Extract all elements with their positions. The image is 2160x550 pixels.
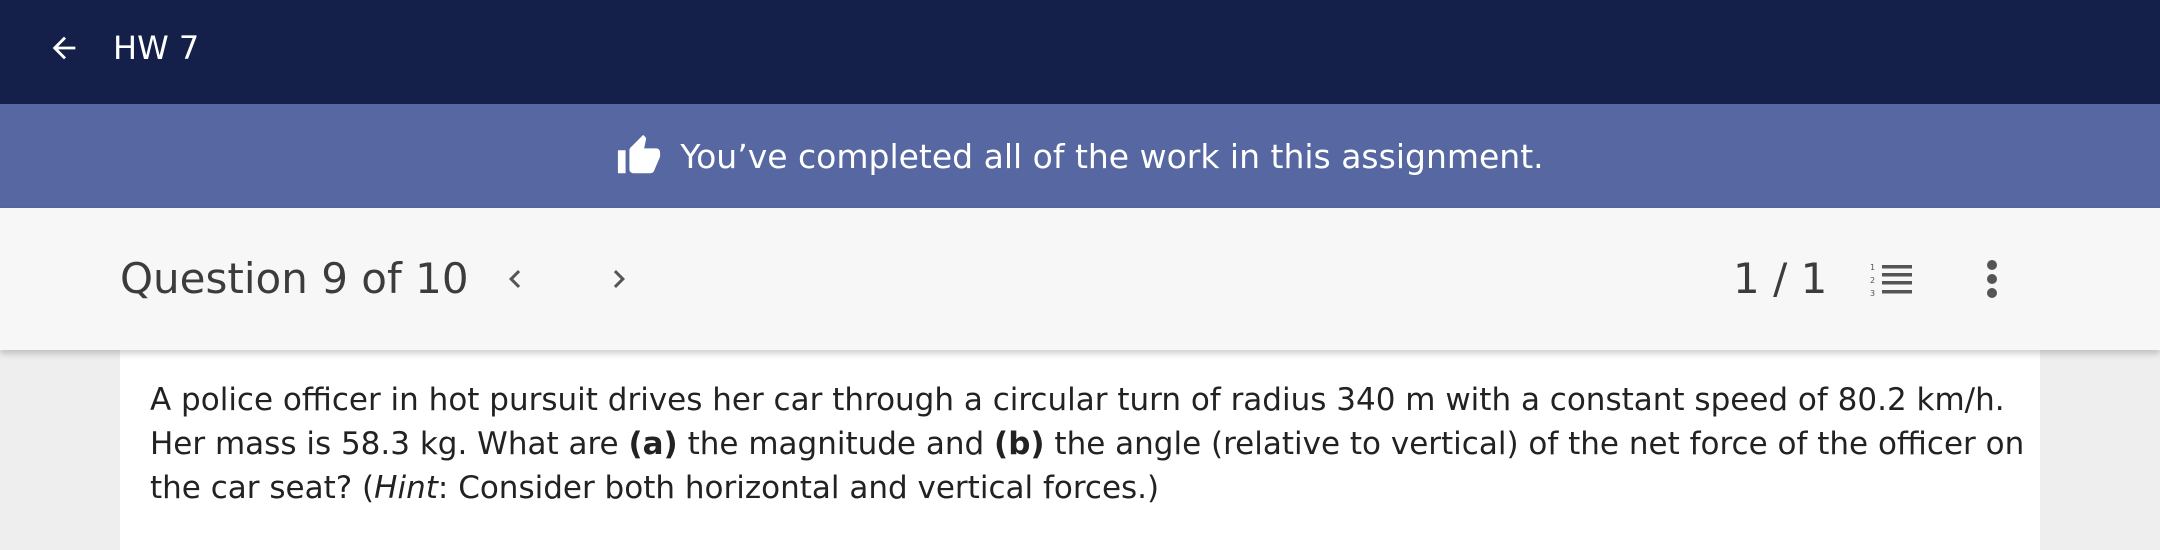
part-b-label: (b) xyxy=(994,426,1045,462)
more-vertical-icon xyxy=(1987,260,1997,298)
next-question-button[interactable] xyxy=(594,254,644,304)
chevron-right-icon xyxy=(613,270,625,288)
question-card: A police officer in hot pursuit drives h… xyxy=(120,350,2040,550)
hint-label: Hint xyxy=(374,470,438,506)
svg-text:1: 1 xyxy=(1870,263,1875,272)
completion-message: You’ve completed all of the work in this… xyxy=(680,136,1544,176)
previous-question-button[interactable] xyxy=(490,254,540,304)
back-button[interactable] xyxy=(44,28,84,68)
chevron-left-icon xyxy=(509,270,521,288)
question-text: A police officer in hot pursuit drives h… xyxy=(150,378,2030,510)
svg-text:3: 3 xyxy=(1870,289,1875,298)
numbered-list-icon: 1 2 3 xyxy=(1870,263,1912,298)
assignment-title: HW 7 xyxy=(113,29,200,67)
svg-text:2: 2 xyxy=(1870,276,1875,285)
question-list-button[interactable]: 1 2 3 xyxy=(1870,258,1914,302)
question-text-part: the magnitude and xyxy=(677,426,995,462)
completion-banner: You’ve completed all of the work in this… xyxy=(0,104,2160,208)
question-score: 1 / 1 xyxy=(1733,254,1828,303)
question-counter: Question 9 of 10 xyxy=(120,254,469,303)
top-app-bar: HW 7 xyxy=(0,0,2160,104)
arrow-left-icon xyxy=(52,36,76,60)
question-nav-bar: Question 9 of 10 1 / 1 1 2 3 xyxy=(0,208,2160,350)
thumbs-up-icon xyxy=(618,134,661,174)
more-options-button[interactable] xyxy=(1972,254,2012,304)
question-text-part: : Consider both horizontal and vertical … xyxy=(437,470,1160,506)
part-a-label: (a) xyxy=(628,426,678,462)
